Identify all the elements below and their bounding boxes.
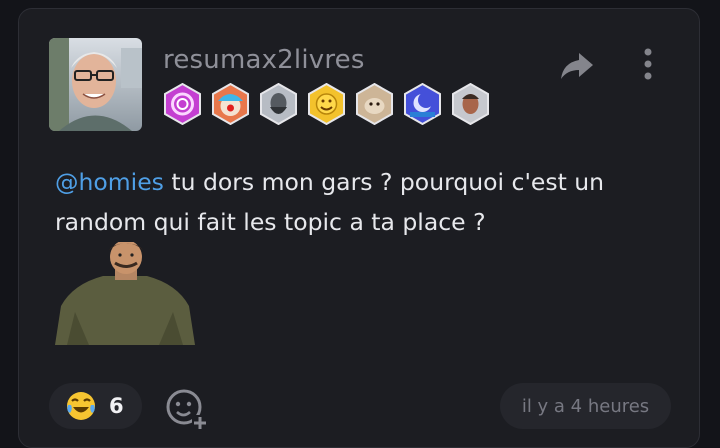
dog-badge-icon[interactable] [354, 83, 395, 125]
bearded-man-badge-icon[interactable] [258, 83, 299, 125]
spiral-galaxy-badge-icon[interactable] [162, 83, 203, 125]
sticker-image [55, 242, 195, 345]
username[interactable]: resumax2livres [163, 45, 365, 75]
more-options-icon[interactable] [640, 47, 656, 81]
moon-night-badge-icon[interactable] [402, 83, 443, 125]
avatar-image [49, 38, 142, 131]
man-portrait-badge-icon[interactable] [450, 83, 491, 125]
smiling-emoji-badge-icon[interactable] [306, 83, 347, 125]
timestamp: il y a 4 heures [500, 383, 671, 429]
tears-of-joy-emoji-icon [67, 392, 95, 420]
avatar[interactable] [49, 38, 142, 131]
post-card: resumax2livres @homies tu dors mon gars … [18, 8, 700, 448]
reaction-button[interactable]: 6 [49, 383, 142, 429]
user-mention[interactable]: @homies [55, 168, 164, 196]
share-icon[interactable] [559, 51, 595, 81]
clown-face-badge-icon[interactable] [210, 83, 251, 125]
reaction-count: 6 [109, 394, 124, 418]
post-message: @homies tu dors mon gars ? pourquoi c'es… [55, 162, 675, 242]
badge-list [162, 83, 491, 125]
add-reaction-icon[interactable] [164, 387, 208, 431]
